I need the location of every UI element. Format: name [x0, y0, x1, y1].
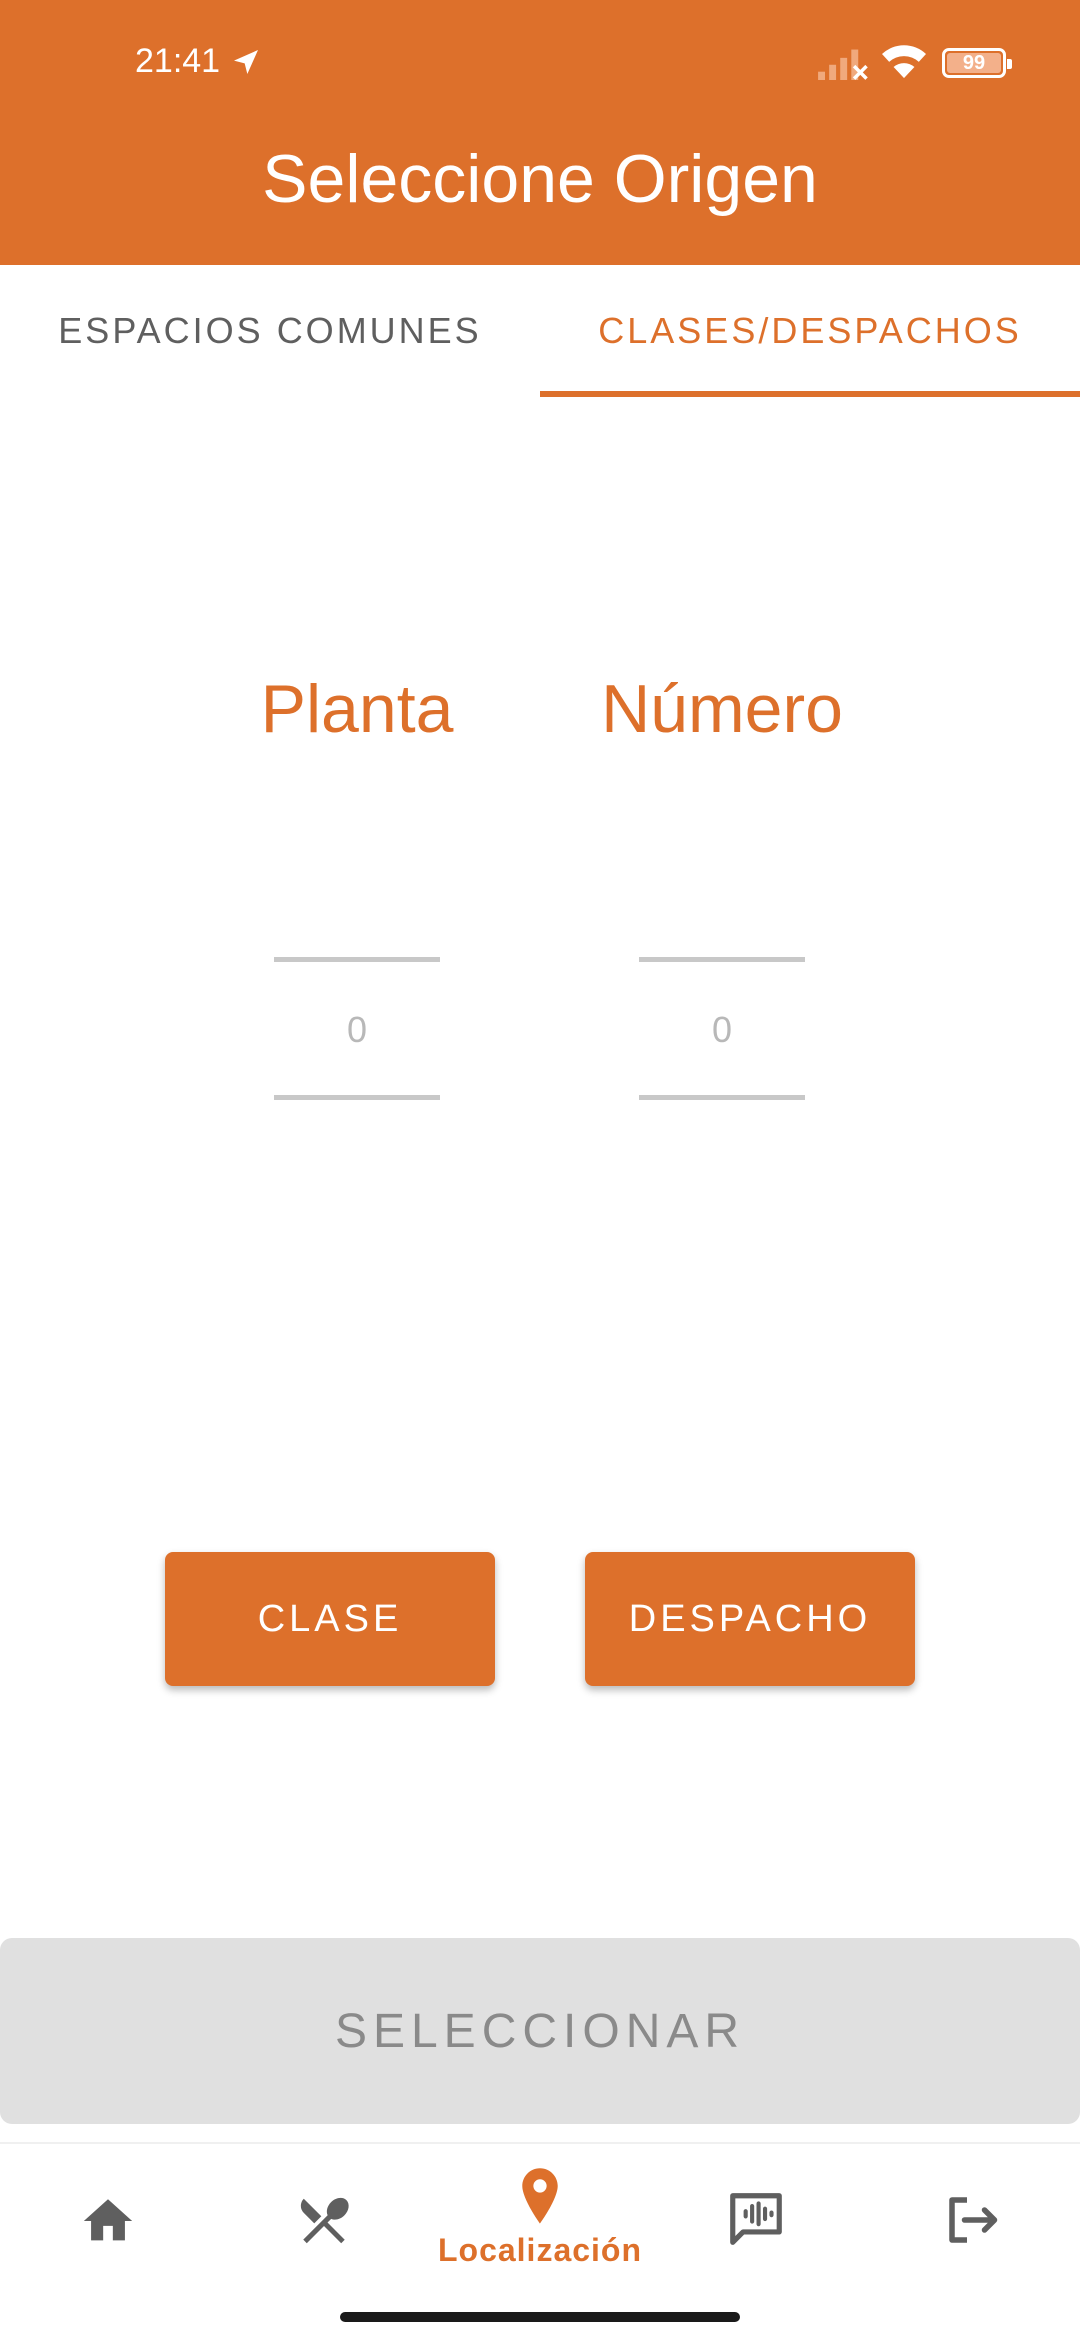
home-icon [83, 2199, 133, 2241]
tab-espacios-comunes[interactable]: ESPACIOS COMUNES [0, 265, 540, 397]
nav-item-logout[interactable] [864, 2144, 1080, 2284]
signal-icon [818, 49, 868, 80]
nav-label-localizacion: Localización [437, 2232, 643, 2268]
despacho-button[interactable]: DESPACHO [585, 1552, 915, 1686]
tab-label: ESPACIOS COMUNES [58, 310, 482, 351]
seleccionar-button[interactable]: SELECCIONAR [0, 1938, 1080, 2124]
numero-picker-divider-bottom [639, 1095, 805, 1100]
tab-clases-despachos[interactable]: CLASES/DESPACHOS [540, 265, 1080, 397]
active-tab-indicator [540, 391, 1080, 397]
status-time: 21:41 [135, 42, 221, 80]
gesture-navigation-bar[interactable] [340, 2312, 740, 2322]
planta-label: Planta [260, 671, 454, 747]
planta-input[interactable] [274, 1000, 440, 1060]
nav-item-voice-chat[interactable] [648, 2144, 864, 2284]
planta-picker-divider-top [274, 957, 440, 962]
clase-button[interactable]: CLASE [165, 1552, 495, 1686]
restaurant-icon [300, 2197, 349, 2244]
nav-item-localizacion[interactable]: Localización [432, 2144, 648, 2284]
battery-level: 99 [962, 51, 986, 74]
page-title: Seleccione Origen [262, 141, 818, 217]
nav-item-restaurant[interactable] [216, 2144, 432, 2284]
location-icon [522, 2168, 558, 2224]
numero-picker-divider-top [639, 957, 805, 962]
navigation-icon [234, 50, 258, 74]
wifi-icon [882, 45, 926, 78]
bottom-navigation: Localización [0, 2142, 1080, 2340]
numero-input[interactable] [639, 1000, 805, 1060]
planta-picker-divider-bottom [274, 1095, 440, 1100]
battery-icon: 99 [942, 48, 1012, 78]
logout-icon [949, 2197, 998, 2243]
nav-item-home[interactable] [0, 2144, 216, 2284]
tab-bar: ESPACIOS COMUNES CLASES/DESPACHOS [0, 265, 1080, 397]
voice-chat-icon [730, 2193, 782, 2245]
tab-label: CLASES/DESPACHOS [598, 310, 1022, 351]
numero-label: Número [601, 671, 843, 747]
app-header: 21:41 99 Seleccione Origen [0, 0, 1080, 265]
screen: 21:41 99 Seleccione Origen ESPACIOS COMU… [0, 0, 1080, 2340]
